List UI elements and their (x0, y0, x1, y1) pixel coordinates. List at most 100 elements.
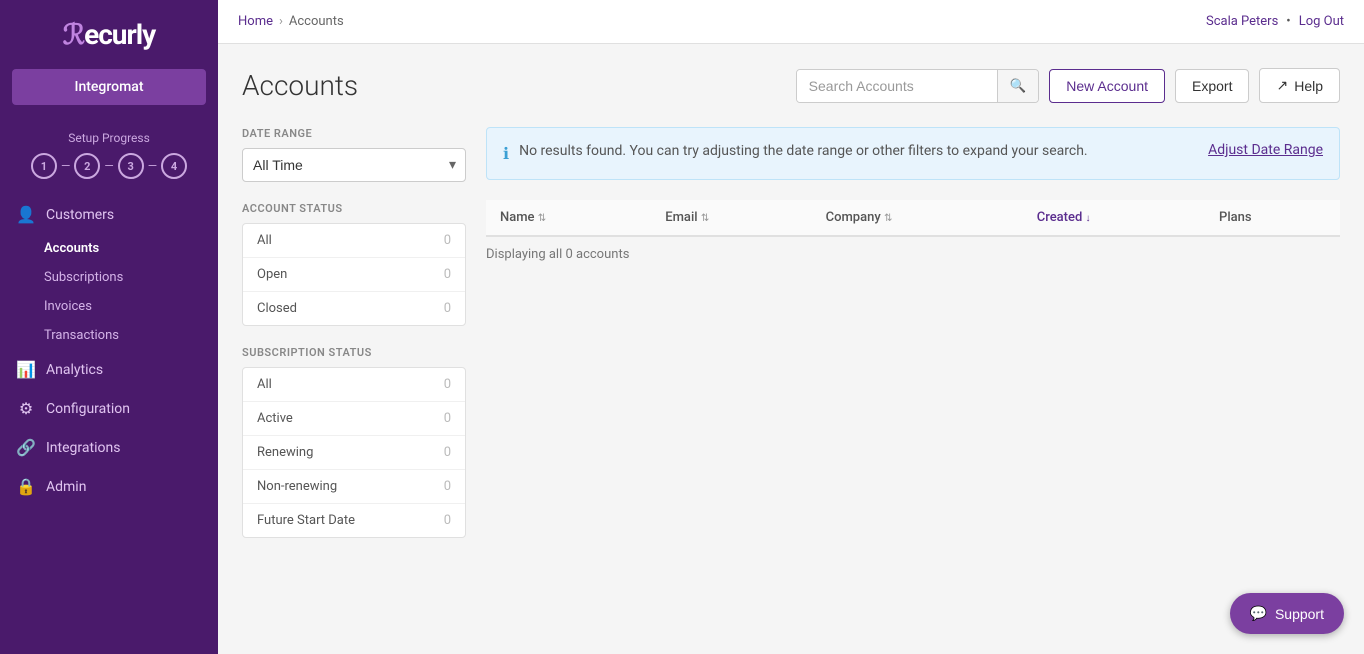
setup-step-1[interactable]: 1 (31, 153, 57, 179)
info-banner: ℹ No results found. You can try adjustin… (486, 127, 1340, 180)
sidebar-item-analytics[interactable]: 📊 Analytics (0, 350, 218, 389)
date-range-section: DATE RANGE All Time Today Last 7 Days La… (242, 127, 466, 182)
col-plans-label: Plans (1219, 210, 1252, 225)
col-company[interactable]: Company ⇅ (812, 200, 1023, 236)
search-input[interactable] (797, 70, 997, 102)
subscription-status-future[interactable]: Future Start Date 0 (243, 504, 465, 537)
breadcrumb-home[interactable]: Home (238, 14, 273, 29)
account-status-list: All 0 Open 0 Closed 0 (242, 223, 466, 326)
external-link-icon: ↗ (1276, 77, 1288, 94)
export-button[interactable]: Export (1175, 69, 1249, 103)
setup-progress: Setup Progress 1 — 2 — 3 — 4 (0, 121, 218, 195)
configuration-icon: ⚙ (16, 399, 36, 418)
analytics-icon: 📊 (16, 360, 36, 379)
date-range-select[interactable]: All Time Today Last 7 Days Last 30 Days … (242, 148, 466, 182)
subscription-status-active[interactable]: Active 0 (243, 402, 465, 436)
table-header: Name ⇅ Email ⇅ Company ⇅ (486, 200, 1340, 236)
subscription-status-all[interactable]: All 0 (243, 368, 465, 402)
new-account-button[interactable]: New Account (1049, 69, 1165, 103)
page-header: Accounts 🔍 New Account Export ↗ Help (242, 68, 1340, 103)
sidebar-item-configuration[interactable]: ⚙ Configuration (0, 389, 218, 428)
page-content: Accounts 🔍 New Account Export ↗ Help (218, 44, 1364, 654)
logout-link[interactable]: Log Out (1299, 14, 1344, 29)
search-icon: 🔍 (1010, 78, 1027, 93)
col-email[interactable]: Email ⇅ (651, 200, 811, 236)
account-status-section: ACCOUNT STATUS All 0 Open 0 Closed 0 (242, 202, 466, 326)
sidebar-item-subscriptions[interactable]: Subscriptions (0, 263, 218, 292)
sidebar-item-invoices[interactable]: Invoices (0, 292, 218, 321)
topbar: Home › Accounts Scala Peters • Log Out (218, 0, 1364, 44)
col-email-sort-icon: ⇅ (701, 213, 709, 224)
customers-label: Customers (46, 207, 114, 223)
subscription-status-renewing[interactable]: Renewing 0 (243, 436, 465, 470)
col-plans: Plans (1205, 200, 1340, 236)
account-status-closed-count: 0 (444, 301, 451, 316)
account-status-all[interactable]: All 0 (243, 224, 465, 258)
setup-progress-label: Setup Progress (16, 131, 202, 145)
setup-step-3[interactable]: 3 (118, 153, 144, 179)
logo-r: ℛ (63, 18, 84, 51)
logo-text: ℛecurly (63, 18, 156, 51)
filter-panel: DATE RANGE All Time Today Last 7 Days La… (242, 127, 486, 558)
col-company-label: Company (826, 210, 881, 225)
subscription-status-all-label: All (257, 377, 272, 392)
col-name[interactable]: Name ⇅ (486, 200, 651, 236)
col-company-sort-icon: ⇅ (884, 213, 892, 224)
step-divider-2: — (104, 159, 113, 173)
topbar-sep: • (1286, 14, 1290, 29)
accounts-table: Name ⇅ Email ⇅ Company ⇅ (486, 200, 1340, 237)
subscription-status-renewing-label: Renewing (257, 445, 313, 460)
col-created-label: Created (1037, 210, 1083, 225)
subscription-status-all-count: 0 (444, 377, 451, 392)
logo: ℛecurly (0, 0, 218, 69)
search-button[interactable]: 🔍 (997, 70, 1039, 102)
adjust-date-range-link[interactable]: Adjust Date Range (1208, 142, 1323, 158)
results-panel: ℹ No results found. You can try adjustin… (486, 127, 1340, 558)
breadcrumb: Home › Accounts (238, 14, 344, 29)
sidebar-item-integrations[interactable]: 🔗 Integrations (0, 428, 218, 467)
admin-label: Admin (46, 479, 86, 495)
analytics-label: Analytics (46, 362, 103, 378)
search-box: 🔍 (796, 69, 1040, 103)
account-status-open[interactable]: Open 0 (243, 258, 465, 292)
date-range-label: DATE RANGE (242, 127, 466, 140)
integrations-icon: 🔗 (16, 438, 36, 457)
col-email-label: Email (665, 210, 697, 225)
setup-step-4[interactable]: 4 (161, 153, 187, 179)
banner-message: No results found. You can try adjusting … (519, 142, 1088, 162)
col-created-sort-icon: ↓ (1086, 213, 1091, 224)
help-button[interactable]: ↗ Help (1259, 68, 1340, 103)
page-title: Accounts (242, 69, 358, 102)
support-button[interactable]: 💬 Support (1230, 593, 1344, 634)
sidebar-item-customers[interactable]: 👤 Customers (0, 195, 218, 234)
subscription-status-non-renewing-count: 0 (444, 479, 451, 494)
subscription-status-section: SUBSCRIPTION STATUS All 0 Active 0 Renew… (242, 346, 466, 538)
subscription-status-non-renewing[interactable]: Non-renewing 0 (243, 470, 465, 504)
col-name-sort-icon: ⇅ (538, 213, 546, 224)
user-name-link[interactable]: Scala Peters (1206, 14, 1278, 29)
setup-steps: 1 — 2 — 3 — 4 (16, 153, 202, 179)
sidebar-item-transactions[interactable]: Transactions (0, 321, 218, 350)
account-status-label: ACCOUNT STATUS (242, 202, 466, 215)
info-icon: ℹ (503, 143, 509, 165)
support-chat-icon: 💬 (1250, 605, 1267, 622)
info-banner-text: ℹ No results found. You can try adjustin… (503, 142, 1088, 165)
invoices-label: Invoices (44, 299, 92, 314)
subscription-status-label: SUBSCRIPTION STATUS (242, 346, 466, 359)
step-divider-1: — (61, 159, 70, 173)
subscription-status-active-count: 0 (444, 411, 451, 426)
tenant-name[interactable]: Integromat (12, 69, 206, 105)
content-grid: DATE RANGE All Time Today Last 7 Days La… (242, 127, 1340, 558)
col-created[interactable]: Created ↓ (1023, 200, 1205, 236)
sidebar: ℛecurly Integromat Setup Progress 1 — 2 … (0, 0, 218, 654)
account-status-closed[interactable]: Closed 0 (243, 292, 465, 325)
topbar-right: Scala Peters • Log Out (1206, 14, 1344, 29)
sidebar-item-admin[interactable]: 🔒 Admin (0, 467, 218, 506)
account-status-open-count: 0 (444, 267, 451, 282)
displaying-text: Displaying all 0 accounts (486, 237, 1340, 272)
sidebar-item-accounts[interactable]: Accounts (0, 234, 218, 263)
sidebar-nav: 👤 Customers Accounts Subscriptions Invoi… (0, 195, 218, 654)
setup-step-2[interactable]: 2 (74, 153, 100, 179)
date-range-select-wrapper: All Time Today Last 7 Days Last 30 Days … (242, 148, 466, 182)
customers-icon: 👤 (16, 205, 36, 224)
